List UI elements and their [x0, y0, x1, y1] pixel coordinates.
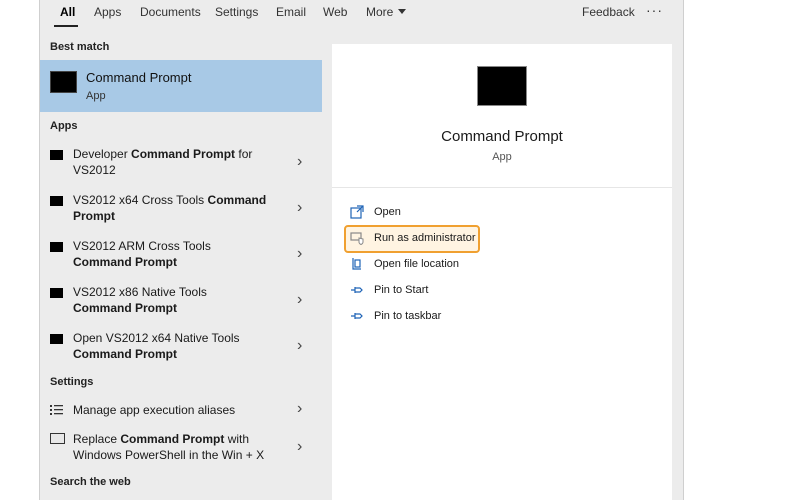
pin-icon	[351, 313, 363, 319]
list-item[interactable]: Replace Command Prompt with Windows Powe…	[40, 431, 322, 465]
search-web-heading: Search the web	[50, 476, 131, 488]
action-label: Open file location	[374, 258, 459, 270]
chevron-right-icon[interactable]: ›	[297, 400, 302, 418]
chevron-right-icon[interactable]: ›	[297, 337, 302, 355]
tab-settings[interactable]: Settings	[215, 5, 258, 19]
chevron-right-icon[interactable]: ›	[297, 245, 302, 263]
tab-email[interactable]: Email	[276, 5, 306, 19]
tab-web[interactable]: Web	[323, 5, 347, 19]
cmd-app-large-icon	[477, 66, 527, 106]
filter-bar: All Apps Documents Settings Email Web Mo…	[40, 0, 683, 30]
search-panel: All Apps Documents Settings Email Web Mo…	[39, 0, 684, 500]
chevron-right-icon[interactable]: ›	[297, 438, 302, 456]
tab-apps[interactable]: Apps	[94, 5, 121, 19]
shield-icon	[350, 232, 364, 245]
preview-pane: Command Prompt App Open Run as administr…	[332, 44, 672, 500]
list-item-label: VS2012 x64 Cross Tools Command Prompt	[73, 193, 267, 223]
chevron-right-icon[interactable]: ›	[297, 153, 302, 171]
list-settings-icon	[50, 405, 63, 415]
list-item-label: Open VS2012 x64 Native Tools Command Pro…	[73, 331, 240, 361]
action-label: Pin to Start	[374, 284, 429, 296]
best-match-name: Command Prompt	[86, 70, 192, 85]
list-item-label: VS2012 x86 Native Tools Command Prompt	[73, 285, 207, 315]
cmd-app-icon	[50, 71, 77, 93]
list-item[interactable]: Developer Command Prompt for VS2012 ›	[40, 146, 322, 180]
cmd-app-icon	[50, 334, 63, 344]
open-icon	[350, 205, 364, 219]
cmd-app-icon	[50, 288, 63, 298]
chevron-right-icon[interactable]: ›	[297, 291, 302, 309]
tab-documents[interactable]: Documents	[140, 5, 201, 19]
divider	[332, 187, 672, 188]
results-list: Best match Command Prompt App Apps Devel…	[40, 30, 322, 500]
list-item[interactable]: Manage app execution aliases ›	[40, 400, 322, 422]
list-item-label: Replace Command Prompt with Windows Powe…	[73, 432, 265, 462]
list-item[interactable]: VS2012 x64 Cross Tools Command Prompt ›	[40, 192, 322, 226]
chevron-right-icon[interactable]: ›	[297, 199, 302, 217]
active-tab-indicator	[54, 25, 78, 27]
tab-all[interactable]: All	[60, 5, 75, 19]
cmd-app-icon	[50, 150, 63, 160]
list-item[interactable]: Open VS2012 x64 Native Tools Command Pro…	[40, 330, 322, 364]
list-item-label: Manage app execution aliases	[73, 403, 236, 417]
tab-more-label: More	[366, 5, 394, 19]
feedback-link[interactable]: Feedback	[582, 5, 635, 19]
action-label: Pin to taskbar	[374, 310, 442, 322]
cmd-app-icon	[50, 242, 63, 252]
apps-heading: Apps	[50, 120, 78, 132]
chevron-down-icon	[398, 9, 407, 14]
action-label: Open	[374, 206, 401, 218]
preview-title: Command Prompt	[441, 128, 563, 145]
preview-subtitle: App	[492, 151, 512, 163]
more-options-icon[interactable]: ···	[646, 2, 663, 18]
best-match-heading: Best match	[50, 41, 110, 53]
best-match-item[interactable]: Command Prompt App	[40, 60, 322, 112]
list-item-label: Developer Command Prompt for VS2012	[73, 147, 253, 177]
action-label: Run as administrator	[374, 232, 476, 244]
tab-more[interactable]: More	[366, 5, 407, 19]
window-settings-icon	[50, 433, 65, 444]
list-item[interactable]: VS2012 x86 Native Tools Command Prompt ›	[40, 284, 322, 318]
list-item-label: VS2012 ARM Cross Tools Command Prompt	[73, 239, 211, 269]
list-item[interactable]: VS2012 ARM Cross Tools Command Prompt ›	[40, 238, 322, 272]
cmd-app-icon	[50, 196, 63, 206]
file-location-icon	[352, 258, 361, 270]
pin-icon	[351, 287, 363, 293]
best-match-type: App	[86, 90, 106, 102]
settings-heading: Settings	[50, 376, 94, 388]
